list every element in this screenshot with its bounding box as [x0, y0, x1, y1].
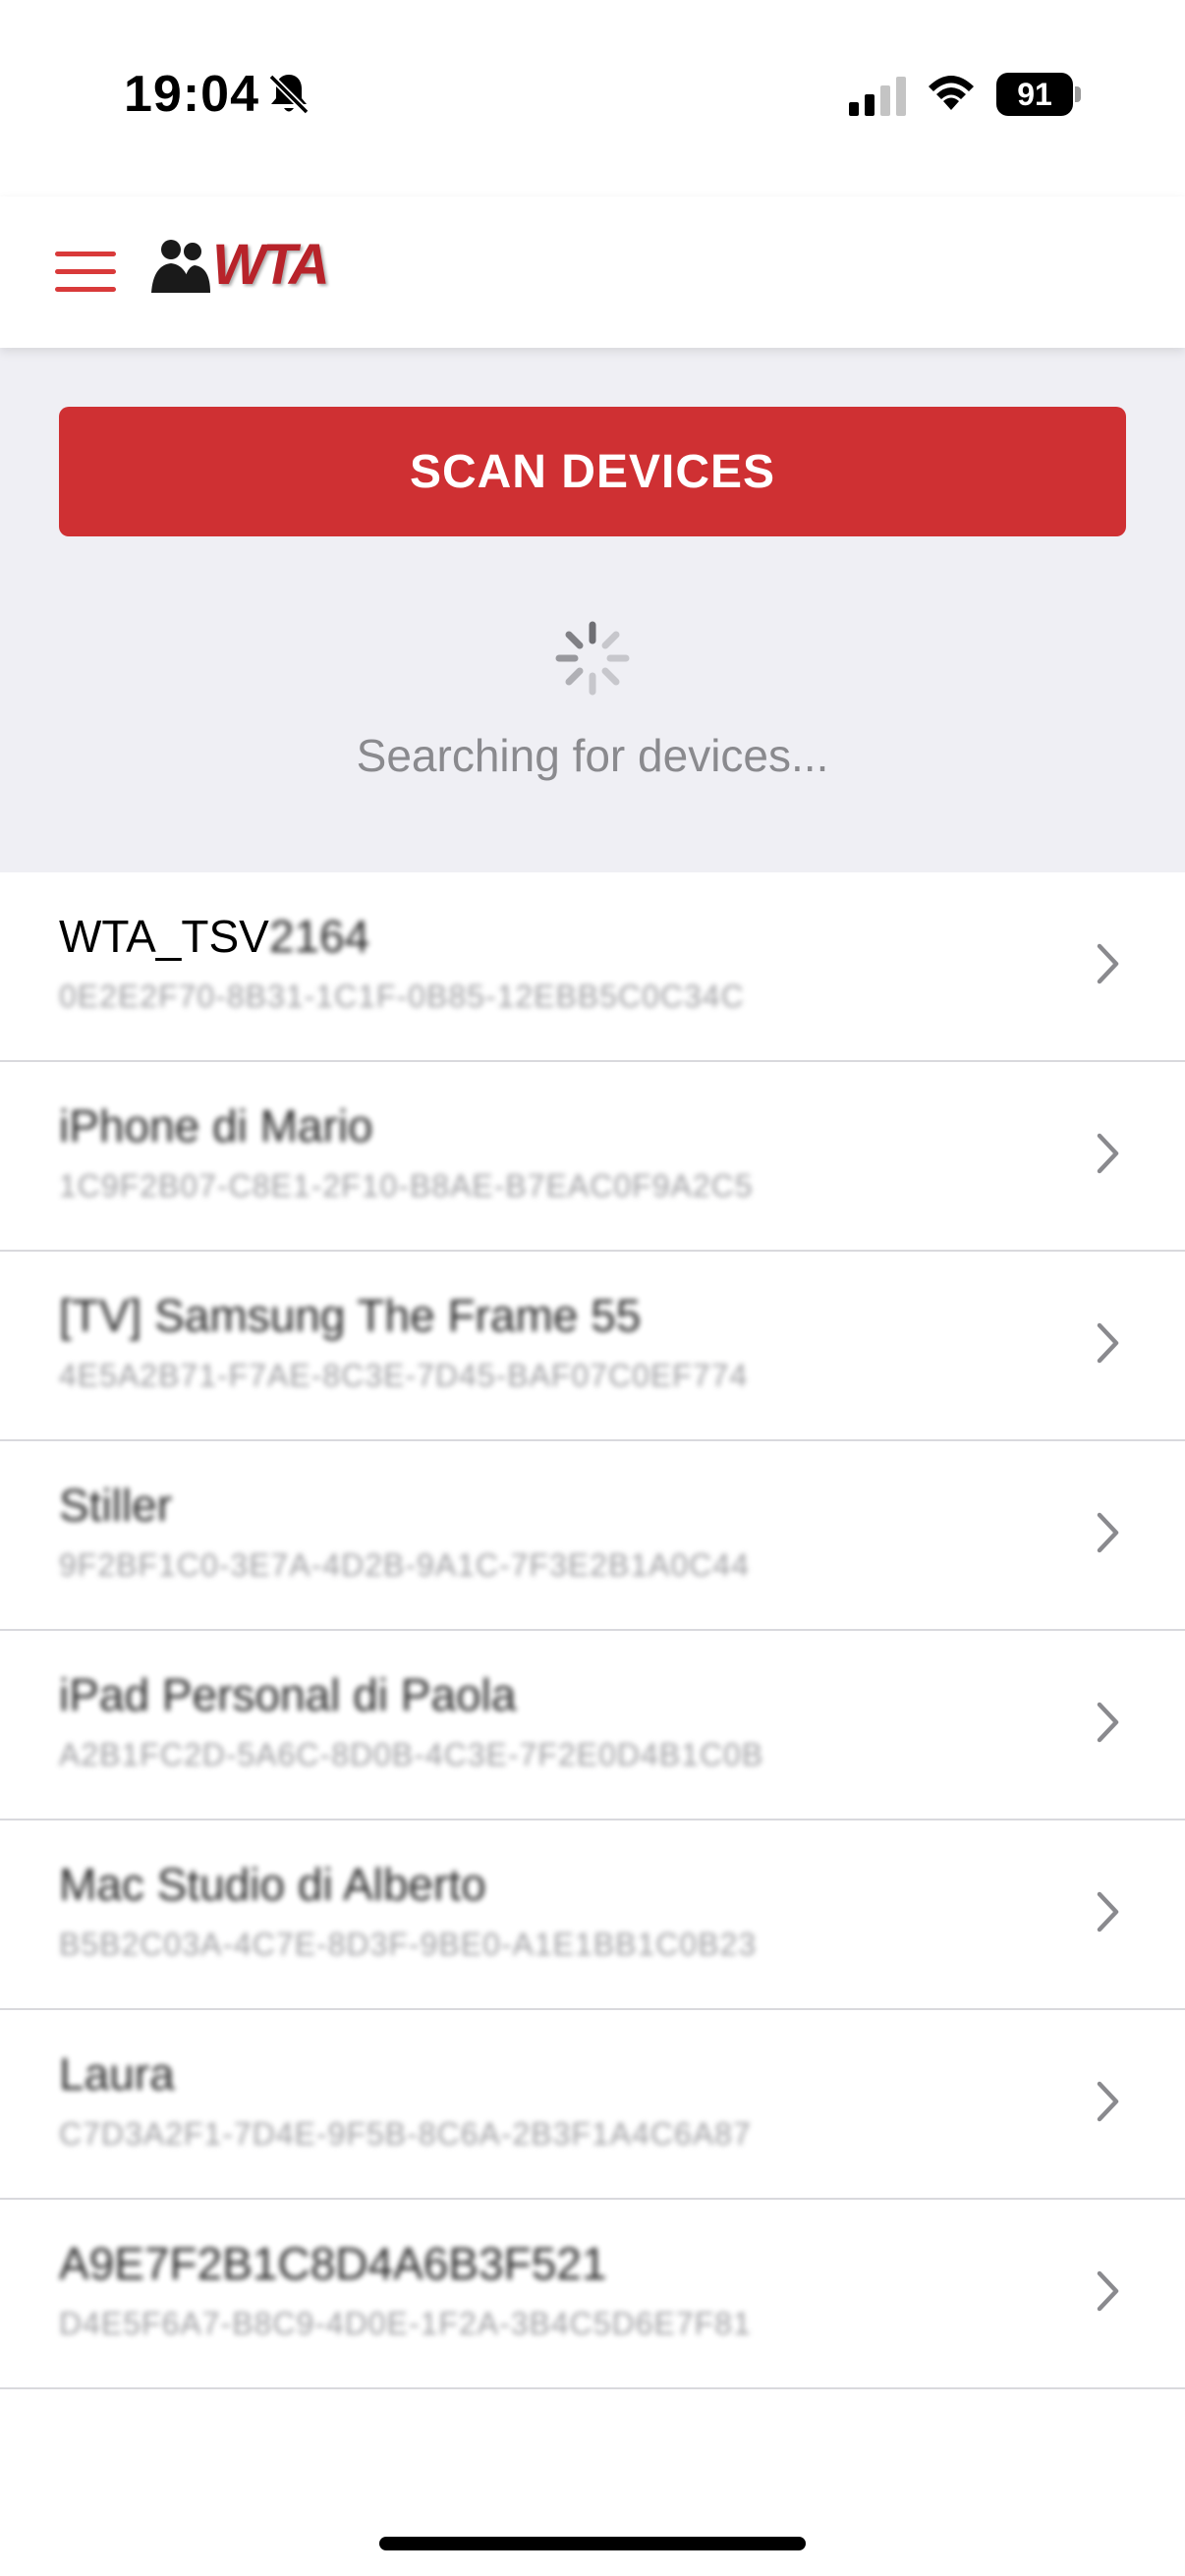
device-row[interactable]: Mac Studio di Alberto B5B2C03A-4C7E-8D3F…: [0, 1820, 1185, 2010]
users-logo-icon: [151, 240, 210, 293]
logo-text: WTA: [212, 233, 330, 297]
device-id: 0E2E2F70-8B31-1C1F-0B85-12EBB5C0C34C: [59, 979, 745, 1014]
device-name: Mac Studio di Alberto: [59, 1859, 486, 1910]
hamburger-icon-line: [55, 269, 116, 274]
device-row[interactable]: [TV] Samsung The Frame 55 4E5A2B71-F7AE-…: [0, 1252, 1185, 1441]
chevron-right-icon: [1097, 1512, 1119, 1553]
chevron-right-icon: [1097, 1133, 1119, 1174]
chevron-right-icon: [1097, 943, 1119, 984]
bell-slash-icon: [268, 74, 310, 115]
scan-devices-button[interactable]: SCAN DEVICES: [59, 407, 1126, 536]
app-header: WTA: [0, 196, 1185, 348]
device-id: 4E5A2B71-F7AE-8C3E-7D45-BAF07C0EF774: [59, 1358, 749, 1393]
device-id: C7D3A2F1-7D4E-9F5B-8C6A-2B3F1A4C6A87: [59, 2116, 752, 2152]
scan-section: SCAN DEVICES Searching for devices...: [0, 348, 1185, 872]
device-name: Stiller: [59, 1480, 173, 1531]
cellular-signal-icon: [849, 77, 906, 116]
device-id: D4E5F6A7-B8C9-4D0E-1F2A-3B4C5D6E7F81: [59, 2306, 752, 2341]
device-name: iPad Personal di Paola: [59, 1669, 517, 1720]
hamburger-icon: [55, 252, 116, 256]
status-time: 19:04: [124, 66, 259, 123]
hamburger-icon-line: [55, 287, 116, 292]
device-row[interactable]: Laura C7D3A2F1-7D4E-9F5B-8C6A-2B3F1A4C6A…: [0, 2010, 1185, 2200]
device-name: [TV] Samsung The Frame 55: [59, 1290, 642, 1341]
device-id: B5B2C03A-4C7E-8D3F-9BE0-A1E1BB1C0B23: [59, 1927, 758, 1962]
activity-spinner-icon: [555, 621, 630, 696]
menu-button[interactable]: [51, 248, 120, 297]
device-list: WTA_TSV2164 0E2E2F70-8B31-1C1F-0B85-12EB…: [0, 872, 1185, 2389]
wifi-icon: [929, 76, 974, 110]
battery-tip: [1075, 86, 1081, 102]
chevron-right-icon: [1097, 2270, 1119, 2312]
battery-level: 91: [996, 73, 1073, 116]
device-name: Laura: [59, 2048, 175, 2100]
device-name: WTA_TSV2164: [59, 911, 370, 962]
app-logo: WTA: [149, 233, 330, 297]
device-row[interactable]: Stiller 9F2BF1C0-3E7A-4D2B-9A1C-7F3E2B1A…: [0, 1441, 1185, 1631]
device-id: 1C9F2B07-C8E1-2F10-B8AE-B7EAC0F9A2C5: [59, 1168, 754, 1204]
chevron-right-icon: [1097, 2081, 1119, 2122]
device-id: A2B1FC2D-5A6C-8D0B-4C3E-7F2E0D4B1C0B: [59, 1737, 764, 1772]
device-row[interactable]: WTA_TSV2164 0E2E2F70-8B31-1C1F-0B85-12EB…: [0, 872, 1185, 1062]
chevron-right-icon: [1097, 1891, 1119, 1932]
device-id: 9F2BF1C0-3E7A-4D2B-9A1C-7F3E2B1A0C44: [59, 1547, 750, 1583]
status-bar: 19:04 91: [0, 0, 1185, 196]
device-row[interactable]: iPhone di Mario 1C9F2B07-C8E1-2F10-B8AE-…: [0, 1062, 1185, 1252]
device-name: iPhone di Mario: [59, 1100, 373, 1151]
device-name: A9E7F2B1C8D4A6B3F521: [59, 2238, 607, 2289]
searching-status-text: Searching for devices...: [356, 730, 829, 781]
device-row[interactable]: iPad Personal di Paola A2B1FC2D-5A6C-8D0…: [0, 1631, 1185, 1820]
home-indicator: [379, 2537, 806, 2550]
device-row[interactable]: A9E7F2B1C8D4A6B3F521 D4E5F6A7-B8C9-4D0E-…: [0, 2200, 1185, 2389]
chevron-right-icon: [1097, 1702, 1119, 1743]
chevron-right-icon: [1097, 1322, 1119, 1364]
battery-indicator: 91: [996, 73, 1081, 116]
